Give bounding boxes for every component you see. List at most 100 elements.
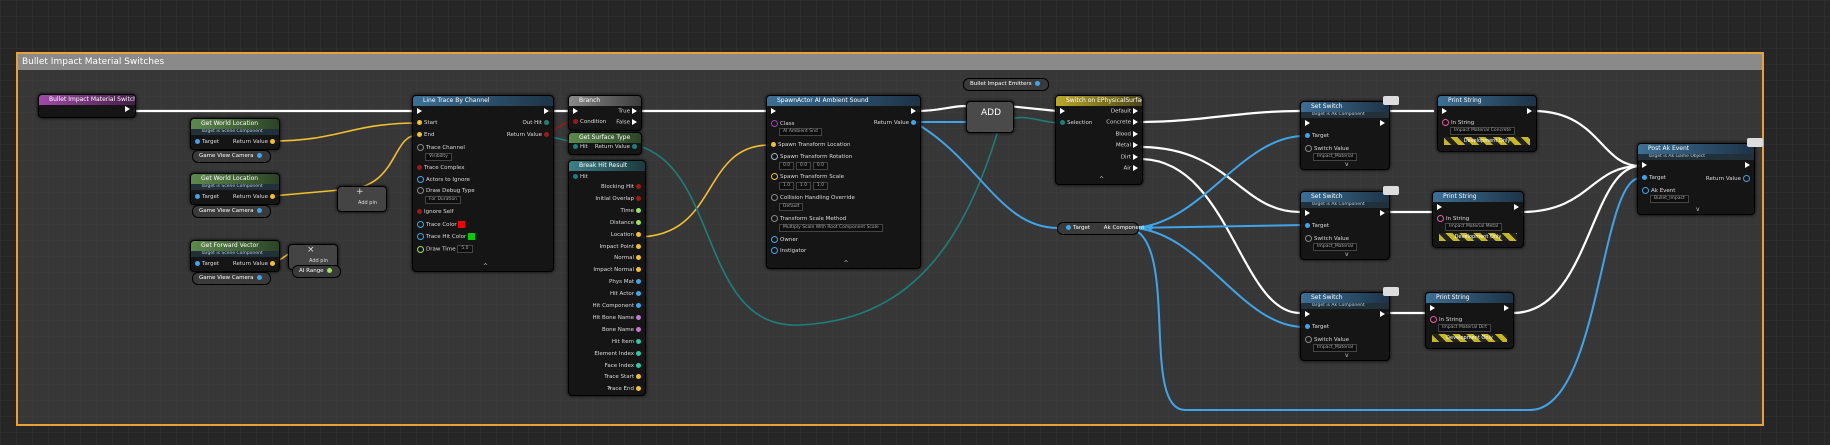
break-hit-output-pin[interactable]: Trace Start — [604, 374, 643, 381]
exec-out-pin[interactable] — [1378, 120, 1387, 128]
break-hit-output-pin[interactable]: Hit Actor — [610, 291, 643, 298]
ignore-self-pin[interactable]: Ignore Self — [415, 209, 454, 216]
trace-complex-pin[interactable]: Trace Complex — [415, 165, 464, 172]
exec-in-pin[interactable] — [1058, 108, 1067, 116]
owner-pin[interactable]: Owner — [769, 236, 798, 244]
break-hit-output-pin[interactable]: Location — [611, 231, 643, 239]
exec-in-pin[interactable] — [415, 108, 424, 116]
rotation-fields[interactable]: 0.0 0.0 0.0 — [779, 162, 829, 171]
exec-out-pin[interactable] — [123, 106, 132, 114]
false-pin[interactable]: False — [616, 119, 639, 127]
print-string-node[interactable]: Print String In String Impact Material C… — [1437, 95, 1537, 152]
line-trace-node[interactable]: Line Trace By Channel Start Out Hit End … — [412, 95, 554, 272]
exec-in-pin[interactable] — [571, 108, 580, 116]
get-world-location-node[interactable]: Get World Location Target is Scene Compo… — [190, 173, 280, 205]
break-hit-output-pin[interactable]: Hit Component — [593, 303, 644, 310]
collapse-chevron-icon[interactable]: ^ — [1099, 176, 1104, 183]
switch-value-pin[interactable]: Switch Value — [1303, 336, 1349, 344]
print-string-node[interactable]: Print String In String Impact Material D… — [1425, 292, 1514, 349]
target-pin[interactable]: Target — [1640, 175, 1666, 182]
switch-output-pin[interactable]: Air — [1123, 165, 1140, 173]
spawn-actor-node[interactable]: SpawnActor AI Ambient Sound Class Return… — [766, 95, 921, 269]
in-string-pin[interactable]: In String — [1428, 316, 1462, 324]
target-pin[interactable]: Target — [1303, 223, 1329, 230]
expand-chevron-icon[interactable]: v — [1696, 206, 1700, 213]
exec-in-pin[interactable] — [1440, 108, 1449, 116]
expand-chevron-icon[interactable]: v — [1345, 251, 1349, 258]
set-switch-node[interactable]: Set Switch Target is Ak Component Target… — [1300, 101, 1390, 170]
switch-output-pin[interactable]: Concrete — [1106, 119, 1140, 127]
switch-output-pin[interactable]: Default — [1111, 108, 1140, 116]
class-select[interactable]: AI Ambient Snd — [779, 128, 822, 137]
break-hit-output-pin[interactable]: Phys Mat — [609, 279, 643, 286]
collision-select[interactable]: Default — [779, 203, 804, 212]
exec-in-pin[interactable] — [1428, 305, 1437, 313]
switch-value-select[interactable]: Impact_Material — [1313, 344, 1358, 353]
expand-chevron-icon[interactable]: v — [1345, 161, 1349, 168]
break-hit-output-pin[interactable]: Blocking Hit — [601, 184, 643, 191]
spawn-location-pin[interactable]: Spawn Transform Location — [769, 142, 850, 149]
branch-node[interactable]: Branch True Condition False — [568, 95, 642, 131]
switch-value-pin[interactable]: Switch Value — [1303, 235, 1349, 243]
exec-out-pin[interactable] — [542, 108, 551, 116]
ak-event-pin[interactable]: Ak Event — [1640, 187, 1675, 195]
out-hit-pin[interactable]: Out Hit — [522, 120, 551, 127]
target-pin[interactable]: Target — [193, 139, 219, 146]
break-hit-output-pin[interactable]: Time — [621, 207, 643, 215]
draw-debug-select[interactable]: For Duration — [425, 196, 462, 205]
in-string-field[interactable]: Impact Material Dirt — [1438, 324, 1492, 333]
return-pin[interactable]: Return Value — [595, 144, 639, 151]
collision-pin[interactable]: Collision Handling Override — [769, 194, 855, 202]
collapse-chevron-icon[interactable]: ^ — [483, 263, 488, 270]
return-pin[interactable]: Return Value — [233, 261, 277, 268]
set-switch-node[interactable]: Set Switch Target is Ak Component Target… — [1300, 292, 1390, 361]
switch-physical-surface-node[interactable]: Switch on EPhysicalSurface Selection Def… — [1055, 95, 1143, 185]
exec-out-pin[interactable] — [1378, 311, 1387, 319]
draw-debug-pin[interactable]: Draw Debug Type — [415, 187, 475, 195]
scale-method-select[interactable]: Multiply Scale With Root Component Scale — [779, 224, 883, 233]
custom-event-node[interactable]: Bullet Impact Material Switches — [38, 94, 136, 118]
comment-bubble-icon[interactable] — [1383, 287, 1399, 296]
expand-chevron-icon[interactable]: v — [1345, 352, 1349, 359]
target-pin[interactable]: Target — [1303, 133, 1329, 140]
target-pin[interactable]: Target — [193, 194, 219, 201]
set-switch-node[interactable]: Set Switch Target is Ak Component Target… — [1300, 191, 1390, 260]
bullet-impact-emitters-getter[interactable]: Bullet Impact Emitters — [963, 78, 1050, 91]
comment-bubble-icon[interactable] — [1383, 96, 1399, 105]
switch-value-select[interactable]: Impact_Material — [1313, 153, 1358, 162]
comment-bubble-icon[interactable] — [1383, 186, 1399, 195]
ak-component-getter[interactable]: Target Ak Component — [1057, 222, 1154, 235]
game-view-camera-getter[interactable]: Game View Camera — [192, 150, 272, 163]
spawn-scale-pin[interactable]: Spawn Transform Scale — [769, 173, 844, 181]
return-pin[interactable]: Return Value — [507, 132, 551, 139]
break-hit-output-pin[interactable]: Initial Overlap — [595, 195, 643, 203]
array-add-node[interactable]: ADD — [966, 101, 1014, 133]
print-string-node[interactable]: Print String In String Impact Material M… — [1432, 191, 1524, 248]
scale-fields[interactable]: 1.0 1.0 1.0 — [779, 182, 829, 191]
spawn-rotation-pin[interactable]: Spawn Transform Rotation — [769, 153, 852, 161]
ai-range-getter[interactable]: AI Range — [292, 265, 342, 278]
actors-ignore-pin[interactable]: Actors to Ignore — [415, 176, 470, 184]
in-string-field[interactable]: Impact Material Concrete — [1450, 127, 1515, 136]
game-view-camera-getter[interactable]: Game View Camera — [192, 272, 272, 285]
break-hit-output-pin[interactable]: Impact Normal — [593, 267, 643, 274]
exec-out-pin[interactable] — [1743, 162, 1752, 170]
trace-channel-select[interactable]: Visibility — [425, 153, 452, 162]
hit-pin[interactable]: Hit — [571, 174, 588, 181]
true-pin[interactable]: True — [618, 108, 639, 116]
start-pin[interactable]: Start — [415, 120, 437, 127]
game-view-camera-getter[interactable]: Game View Camera — [192, 205, 272, 218]
hit-pin[interactable]: Hit — [571, 144, 588, 151]
break-hit-output-pin[interactable]: Element Index — [594, 350, 643, 358]
exec-in-pin[interactable] — [769, 108, 778, 116]
break-hit-output-pin[interactable]: Normal — [614, 255, 643, 262]
exec-in-pin[interactable] — [1303, 120, 1312, 128]
add-pin-button[interactable]: Add pin — [309, 258, 328, 265]
exec-in-pin[interactable] — [1303, 210, 1312, 218]
return-pin[interactable]: Return Value — [233, 139, 277, 146]
exec-in-pin[interactable] — [1435, 204, 1444, 212]
end-pin[interactable]: End — [415, 132, 434, 139]
add-pin-button[interactable]: Add pin — [358, 200, 377, 207]
exec-out-pin[interactable] — [1525, 108, 1534, 116]
break-hit-output-pin[interactable]: Bone Name — [602, 326, 643, 334]
